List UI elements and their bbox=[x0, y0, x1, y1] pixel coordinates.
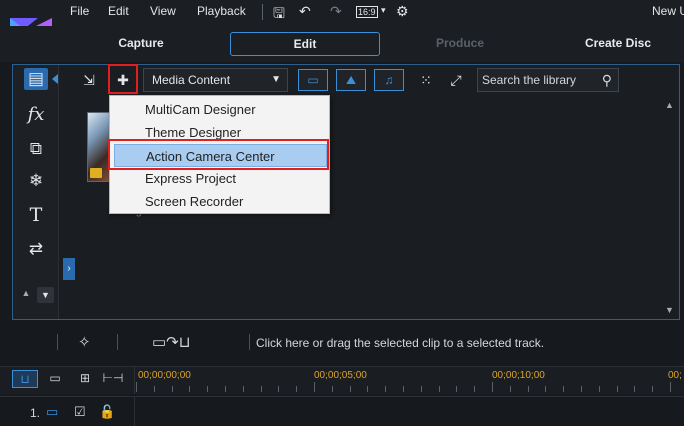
track-manager-icon[interactable]: ⊞ bbox=[74, 370, 96, 388]
menu-divider bbox=[262, 4, 263, 20]
project-title: New U bbox=[652, 4, 684, 18]
ruler-tick bbox=[563, 386, 564, 392]
ruler-tick bbox=[581, 386, 582, 392]
track-enable-checkbox[interactable]: ☑ bbox=[74, 404, 86, 420]
insert-to-track-icon[interactable]: ▭↷⊔ bbox=[152, 333, 190, 351]
particle-room-icon[interactable]: ❄ bbox=[24, 170, 48, 192]
search-icon[interactable]: ⚲ bbox=[602, 69, 612, 91]
action-camera-highlight-box bbox=[108, 139, 329, 170]
bar-divider bbox=[249, 334, 250, 350]
redo-icon[interactable]: ↷ bbox=[330, 3, 342, 20]
clip-hint-text[interactable]: Click here or drag the selected clip to … bbox=[256, 336, 544, 350]
tab-create-disc[interactable]: Create Disc bbox=[568, 32, 668, 56]
plugin-highlight-box bbox=[108, 64, 138, 94]
scroll-down-icon[interactable]: ▼ bbox=[665, 305, 674, 315]
ruler-tick bbox=[652, 386, 653, 392]
ruler-tick bbox=[634, 386, 635, 392]
ruler-tick bbox=[421, 386, 422, 392]
ruler-tick bbox=[510, 386, 511, 392]
bar-divider bbox=[57, 334, 58, 350]
bar-divider bbox=[117, 334, 118, 350]
ruler-tick bbox=[136, 382, 137, 392]
search-placeholder: Search the library bbox=[482, 73, 577, 87]
undo-icon[interactable]: ↶ bbox=[299, 3, 311, 20]
menu-item-screen-recorder[interactable]: Screen Recorder bbox=[110, 190, 329, 213]
ruler-tick bbox=[172, 386, 173, 392]
ruler-tick bbox=[528, 386, 529, 392]
track-lane[interactable] bbox=[134, 396, 684, 426]
clip-badge-icon bbox=[90, 168, 102, 178]
filter-video-button[interactable]: ▭ bbox=[298, 69, 328, 91]
expand-icon[interactable]: ⤢ bbox=[445, 70, 467, 90]
title-bar bbox=[0, 0, 684, 26]
save-icon[interactable]: 🖫 bbox=[273, 3, 285, 27]
library-scrollbar[interactable] bbox=[664, 98, 678, 318]
ruler-tick bbox=[225, 386, 226, 392]
timeline-ruler[interactable] bbox=[134, 366, 684, 394]
menu-playback[interactable]: Playback bbox=[197, 4, 246, 18]
ruler-tick bbox=[243, 386, 244, 392]
timeline-view-button[interactable]: ⊔ bbox=[12, 370, 38, 388]
ruler-tick bbox=[367, 386, 368, 392]
storyboard-view-icon[interactable]: ▭ bbox=[44, 370, 66, 388]
media-content-value: Media Content bbox=[152, 73, 231, 87]
ruler-tick bbox=[314, 382, 315, 392]
fx-room-icon[interactable]: fx bbox=[24, 104, 48, 126]
scroll-up-icon[interactable]: ▲ bbox=[665, 100, 674, 110]
chevron-down-icon[interactable]: ▾ bbox=[381, 5, 386, 16]
active-room-indicator bbox=[52, 74, 58, 84]
ruler-tick bbox=[545, 386, 546, 392]
ruler-tick bbox=[403, 386, 404, 392]
ruler-tick bbox=[261, 386, 262, 392]
magic-tools-icon[interactable]: ✧ bbox=[78, 333, 91, 351]
ruler-tick bbox=[474, 386, 475, 392]
menu-item-express-project[interactable]: Express Project bbox=[110, 167, 329, 190]
track-number: 1. bbox=[30, 406, 41, 420]
menu-file[interactable]: File bbox=[70, 4, 89, 18]
ruler-tick bbox=[154, 386, 155, 392]
aspect-ratio-selector[interactable]: 16:9 bbox=[356, 6, 378, 18]
media-room-icon[interactable]: ▤ bbox=[24, 68, 48, 90]
menu-item-multicam-designer[interactable]: MultiCam Designer bbox=[110, 98, 329, 121]
timecode-label: 00;00;10;00 bbox=[492, 370, 545, 381]
menu-edit[interactable]: Edit bbox=[108, 4, 129, 18]
menu-view[interactable]: View bbox=[150, 4, 176, 18]
ruler-tick bbox=[332, 386, 333, 392]
ruler-tick bbox=[296, 386, 297, 392]
ruler-tick bbox=[439, 386, 440, 392]
ruler-tick bbox=[456, 386, 457, 392]
ruler-tick bbox=[278, 386, 279, 392]
tab-capture[interactable]: Capture bbox=[96, 32, 186, 56]
ruler-tick bbox=[670, 382, 671, 392]
timecode-label: 00; bbox=[668, 370, 682, 381]
ruler-tick bbox=[617, 386, 618, 392]
chevron-down-icon: ▼ bbox=[271, 74, 281, 85]
grid-view-icon[interactable]: ⁙ bbox=[415, 70, 437, 90]
pip-room-icon[interactable]: ⧉ bbox=[24, 138, 48, 160]
timecode-label: 00;00;05;00 bbox=[314, 370, 367, 381]
library-search-input[interactable]: Search the library ⚲ bbox=[477, 68, 619, 92]
gear-icon[interactable]: ⚙ bbox=[396, 3, 409, 20]
ruler-tick bbox=[189, 386, 190, 392]
title-room-icon[interactable]: T bbox=[24, 204, 48, 226]
ruler-tick bbox=[207, 386, 208, 392]
import-media-icon[interactable]: ⇲ bbox=[78, 70, 100, 90]
expand-sidebar-button[interactable]: › bbox=[63, 258, 75, 280]
lock-icon[interactable]: 🔓 bbox=[99, 404, 115, 420]
timecode-label: 00;00;00;00 bbox=[138, 370, 191, 381]
tab-produce[interactable]: Produce bbox=[410, 32, 510, 56]
chevron-up-icon[interactable]: ▲ bbox=[18, 288, 34, 302]
zoom-fit-icon[interactable]: ⊢⊣ bbox=[102, 370, 124, 388]
ruler-tick bbox=[599, 386, 600, 392]
media-content-select[interactable]: Media Content ▼ bbox=[143, 68, 288, 92]
ruler-tick bbox=[385, 386, 386, 392]
filter-audio-button[interactable]: ♫ bbox=[374, 69, 404, 91]
transition-room-icon[interactable]: ⇄ bbox=[24, 238, 48, 260]
tab-edit[interactable]: Edit bbox=[230, 32, 380, 56]
video-track-icon: ▭ bbox=[46, 404, 59, 419]
ruler-tick bbox=[492, 382, 493, 392]
chevron-down-icon[interactable]: ▼ bbox=[37, 287, 54, 303]
ruler-tick bbox=[350, 386, 351, 392]
filter-image-button[interactable]: ⛰ bbox=[336, 69, 366, 91]
